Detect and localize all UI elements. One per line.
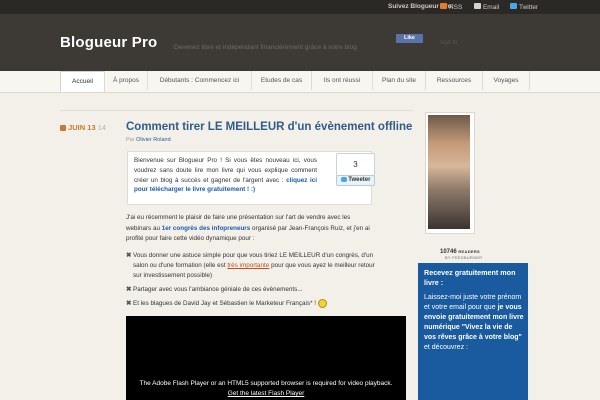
nav-item-debutants[interactable]: Débutants : Commencez ici <box>147 71 251 90</box>
author-photo <box>428 115 470 229</box>
video-message: The Adobe Flash Player or an HTML5 suppo… <box>139 380 393 387</box>
calendar-icon <box>60 125 66 132</box>
list-item: ✖ Vous donner une astuce simple pour que… <box>126 252 375 279</box>
author-link[interactable]: Olivier Roland <box>136 137 171 143</box>
feedburner-label: BY FEEDBURNER <box>445 256 483 260</box>
site-tagline: Devenez libre et indépendant financièrem… <box>174 44 357 51</box>
nav-item-a-propos[interactable]: À propos <box>104 71 147 90</box>
nav-item-voyages[interactable]: Voyages <box>482 71 530 90</box>
nav-item-ressources[interactable]: Ressources <box>425 71 482 90</box>
important-link[interactable]: très importante <box>227 262 269 269</box>
cross-bullet-icon: ✖ <box>126 252 132 259</box>
email-icon <box>474 3 481 9</box>
congres-link[interactable]: 1er congrès des infopreneurs <box>162 225 251 232</box>
email-link[interactable]: Email <box>474 3 499 11</box>
cross-bullet-icon: ✖ <box>126 300 132 307</box>
smiley-icon <box>317 299 327 308</box>
post-title[interactable]: Comment tirer LE MEILLEUR d'un évènement… <box>126 121 412 133</box>
nav-item-plan-du-site[interactable]: Plan du site <box>372 71 425 90</box>
post-byline: Par Olivier Roland <box>126 137 171 143</box>
nav-item-accueil[interactable]: Accueil <box>60 71 105 92</box>
intro-text: Bienvenue sur Blogueur Pro ! Si vous ête… <box>134 157 317 194</box>
list-item: ✖ Et les blagues de David Jay et Sébasti… <box>126 299 383 309</box>
nav-item-etudes-de-cas[interactable]: Etudes de cas <box>251 71 311 90</box>
signup-text: Laissez-moi juste votre prénom et votre … <box>424 294 524 351</box>
feedburner-readers[interactable]: 10746 READERS <box>440 249 480 255</box>
facebook-like-button[interactable]: Like <box>396 34 423 43</box>
twitter-bird-icon <box>340 176 347 182</box>
post-paragraph: J'ai eu récemment le plaisir de faire un… <box>126 214 370 242</box>
post-date: JUIN 13 14 <box>60 123 106 132</box>
tweet-button[interactable]: Tweeter <box>336 175 375 186</box>
sign-in-link[interactable]: sign in <box>440 40 457 46</box>
rss-icon <box>440 3 447 9</box>
flash-player-link[interactable]: Get the latest Flash Player <box>126 390 406 397</box>
nav-item-ils-ont-reussi[interactable]: Ils ont réussi <box>311 71 372 90</box>
rss-link[interactable]: RSS <box>440 3 462 11</box>
cross-bullet-icon: ✖ <box>126 286 132 293</box>
signup-title: Recevez gratuitement mon livre : <box>424 268 516 287</box>
site-title[interactable]: Blogueur Pro <box>60 34 157 51</box>
content-divider <box>60 110 413 111</box>
twitter-icon <box>510 3 517 9</box>
list-item: ✖ Partager avec vous l'ambiance géniale … <box>126 286 303 293</box>
video-player[interactable] <box>126 316 406 400</box>
tweet-count: 3 <box>336 153 375 176</box>
twitter-link[interactable]: Twitter <box>510 3 538 11</box>
